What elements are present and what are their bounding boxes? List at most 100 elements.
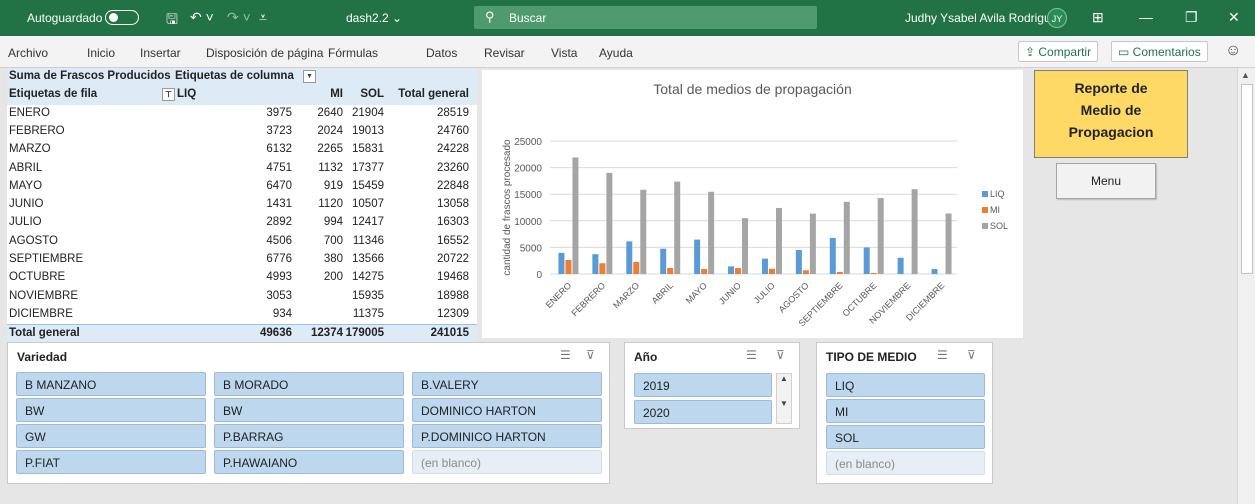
row-label: FEBRERO [9,124,65,137]
scroll-up-icon[interactable]: ▲ [1241,70,1250,80]
slicer-item-mi[interactable]: MI [826,399,985,423]
table-row[interactable]: JULIO 2892 994 12417 16303 [7,214,477,232]
report-title-line2: Medio de [1080,102,1142,118]
avatar[interactable]: JY [1047,8,1067,28]
slicer-item[interactable]: P.BARRAG [214,424,404,448]
slicer-tipo-medio[interactable]: TIPO DE MEDIO ☰ ⊽ LIQ MI SOL (en blanco) [816,342,993,484]
restore-icon[interactable]: ❐ [1185,9,1198,26]
table-row[interactable]: ABRIL 4751 1132 17377 23260 [7,160,477,178]
slicer-item[interactable]: P.DOMINICO HARTON [412,424,602,448]
bar-sol [843,201,850,274]
undo-icon[interactable]: ↶ ˅ [190,9,214,26]
bar-sol [809,213,816,274]
cell-sol: 10507 [352,198,384,211]
ribbon-display-icon[interactable]: ⊞ [1092,9,1104,26]
cell-liq: 4993 [266,271,292,284]
bar-liq [592,254,599,274]
tab-formulas[interactable]: Fórmulas [328,46,378,60]
scroll-thumb[interactable] [1241,84,1253,274]
search-icon: ⚲ [485,9,495,24]
tab-revisar[interactable]: Revisar [484,46,525,60]
slicer-item[interactable]: B MANZANO [16,372,206,396]
cell-liq: 3975 [266,106,292,119]
column-filter-dropdown-icon[interactable]: ▼ [303,70,316,83]
tab-ayuda[interactable]: Ayuda [599,46,633,60]
slicer-item[interactable]: GW [16,424,206,448]
table-row[interactable]: DICIEMBRE 934 11375 12309 [7,306,477,324]
slicer-item[interactable]: B MORADO [214,372,404,396]
slicer-item[interactable]: P.FIAT [16,450,206,474]
comments-button[interactable]: ▭ Comentarios [1111,41,1208,62]
tab-inicio[interactable]: Inicio [87,46,115,60]
slicer-item-2019[interactable]: 2019 [634,373,772,397]
autosave-toggle[interactable] [105,10,139,25]
slicer-anio[interactable]: Año ☰ ⊽ 2019 2020 ▲ ▼ [624,342,800,429]
slicer-variedad[interactable]: Variedad ☰ ⊽ B MANZANO B MORADO B.VALERY BW… [7,342,610,484]
cell-liq: 3723 [266,124,292,137]
customize-icon[interactable]: ⩡ [259,9,267,26]
search-box[interactable]: ⚲ Buscar [474,6,817,29]
clear-filter-icon[interactable]: ⊽ [776,348,785,362]
table-row[interactable]: AGOSTO 4506 700 11346 16552 [7,233,477,251]
y-tick-label: 0 [536,270,542,281]
slicer-item[interactable]: DOMINICO HARTON [412,398,602,422]
bar-sol [911,189,918,274]
slicer-item[interactable]: BW [214,398,404,422]
multiselect-icon[interactable]: ☰ [937,348,948,362]
row-filter-icon[interactable]: ⊤ [162,88,175,102]
table-row[interactable]: FEBRERO 3723 2024 19013 24760 [7,123,477,141]
close-icon[interactable]: ✕ [1228,9,1240,26]
slicer-item[interactable]: P.HAWAIANO [214,450,404,474]
table-row[interactable]: MARZO 6132 2265 15831 24228 [7,141,477,159]
slicer-scrollbar[interactable]: ▲ ▼ [776,373,792,424]
save-icon[interactable]: 🖫 [166,9,178,33]
bar-mi [565,259,572,274]
table-row[interactable]: SEPTIEMBRE 6776 380 13566 20722 [7,251,477,269]
table-row[interactable]: ENERO 3975 2640 21904 28519 [7,105,477,123]
multiselect-icon[interactable]: ☰ [746,348,757,362]
cell-total: 19468 [437,271,469,284]
bar-sol [708,191,715,274]
chart[interactable]: Total de medios de propagación 0 5000 1000… [482,70,1023,338]
tab-insertar[interactable]: Insertar [140,46,181,60]
slicer-item-blank[interactable]: (en blanco) [826,451,985,475]
redo-icon[interactable]: ↷ ˅ [227,9,251,26]
legend-swatch [982,207,988,213]
slicer-item[interactable]: BW [16,398,206,422]
report-title-line1: Reporte de [1074,80,1148,96]
slicer-item[interactable]: (en blanco) [412,450,602,474]
share-button[interactable]: ⇪ Compartir [1018,41,1099,62]
user-name[interactable]: Judhy Ysabel Avila Rodriguez [905,11,1063,25]
scroll-up-icon[interactable]: ▲ [777,374,791,383]
table-row[interactable]: JUNIO 1431 1120 10507 13058 [7,196,477,214]
clear-filter-icon[interactable]: ⊽ [967,348,976,362]
vertical-scrollbar[interactable]: ▲ [1237,68,1255,504]
cell-mi: 380 [323,253,343,265]
row-label: JUNIO [9,198,44,211]
pivot-column-label: Etiquetas de columna [175,70,294,82]
table-row[interactable]: OCTUBRE 4993 200 14275 19468 [7,269,477,287]
pivot-table[interactable]: Suma de Frascos Producidos Etiquetas de … [7,68,477,343]
table-row[interactable]: MAYO 6470 919 15459 22848 [7,178,477,196]
comment-icon: ▭ [1118,45,1133,59]
slicer-tipo-title: TIPO DE MEDIO [826,350,917,364]
tab-vista[interactable]: Vista [551,46,577,60]
slicer-item[interactable]: B.VALERY [412,372,602,396]
pivot-value-label: Suma de Frascos Producidos [9,70,171,82]
multiselect-icon[interactable]: ☰ [560,348,571,362]
file-name[interactable]: dash2.2 ⌄ [346,11,402,25]
feedback-icon[interactable]: ☺ [1225,42,1241,60]
menu-button[interactable]: Menu [1056,163,1156,199]
row-label: ENERO [9,106,50,119]
tab-datos[interactable]: Datos [426,46,457,60]
slicer-item-liq[interactable]: LIQ [826,373,985,397]
cell-liq: 934 [272,307,292,320]
tab-disposicion[interactable]: Disposición de página [206,46,323,60]
slicer-item-2020[interactable]: 2020 [634,400,772,424]
minimize-icon[interactable]: — [1139,9,1153,25]
slicer-item-sol[interactable]: SOL [826,425,985,449]
tab-archivo[interactable]: Archivo [8,46,48,60]
clear-filter-icon[interactable]: ⊽ [586,348,595,362]
table-row[interactable]: NOVIEMBRE 3053 15935 18988 [7,288,477,306]
scroll-down-icon[interactable]: ▼ [777,399,791,408]
